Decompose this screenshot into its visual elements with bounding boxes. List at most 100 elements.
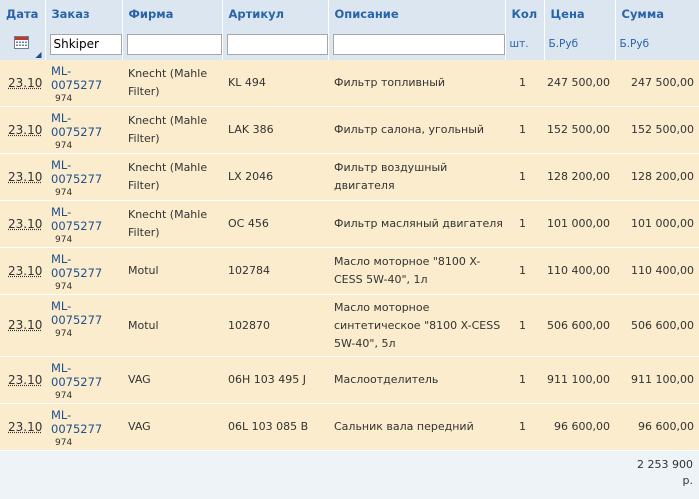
col-header-price[interactable]: Цена — [544, 0, 615, 28]
total-spacer — [0, 451, 615, 499]
firm-cell: Knecht (Mahle Filter) — [122, 107, 222, 154]
price-cell: 128 200,00 — [544, 154, 615, 201]
sum-cell: 247 500,00 — [615, 60, 699, 107]
date-link[interactable]: 23.10 — [6, 123, 42, 137]
date-filter-cell: ◢ — [0, 28, 45, 60]
sum-cell: 110 400,00 — [615, 248, 699, 295]
order-link[interactable]: ML-0075277 — [51, 408, 122, 436]
article-cell: LAK 386 — [222, 107, 328, 154]
date-link[interactable]: 23.10 — [6, 170, 42, 184]
order-link[interactable]: ML-0075277 — [51, 111, 122, 139]
firm-cell: VAG — [122, 357, 222, 404]
table-row[interactable]: 23.10ML-0075277974Motul102870Масло мотор… — [0, 295, 699, 357]
qty-cell: 1 — [505, 295, 544, 357]
date-link[interactable]: 23.10 — [6, 264, 42, 278]
date-cell: 23.10 — [0, 248, 45, 295]
qty-cell: 1 — [505, 201, 544, 248]
price-cell: 247 500,00 — [544, 60, 615, 107]
order-link[interactable]: ML-0075277 — [51, 252, 122, 280]
qty-cell: 1 — [505, 60, 544, 107]
qty-cell: 1 — [505, 404, 544, 451]
price-cell: 110 400,00 — [544, 248, 615, 295]
description-cell: Фильтр топливный — [328, 60, 505, 107]
sort-arrow-icon[interactable]: ◢ — [35, 50, 41, 59]
order-link[interactable]: ML-0075277 — [51, 158, 122, 186]
firm-filter-input[interactable] — [127, 34, 222, 55]
article-cell: 102870 — [222, 295, 328, 357]
table-row[interactable]: 23.10 ML-0075277974Knecht (Mahle Filter)L… — [0, 107, 699, 154]
filter-row: ◢ шт. Б.Руб Б.Руб — [0, 28, 699, 60]
order-filter-cell — [45, 28, 122, 60]
order-cell: ML-0075277974 — [45, 60, 122, 107]
description-cell: Фильтр масляный двигателя — [328, 201, 505, 248]
order-link[interactable]: ML-0075277 — [51, 299, 122, 327]
date-cell: 23.10 — [0, 60, 45, 107]
date-link[interactable]: 23.10 — [6, 76, 42, 90]
order-cell: ML-0075277974 — [45, 404, 122, 451]
col-header-qty[interactable]: Кол — [505, 0, 544, 28]
firm-cell: Knecht (Mahle Filter) — [122, 154, 222, 201]
price-cell: 101 000,00 — [544, 201, 615, 248]
article-filter-cell — [222, 28, 328, 60]
description-cell: Сальник вала передний — [328, 404, 505, 451]
total-currency: р. — [615, 473, 693, 489]
qty-cell: 1 — [505, 248, 544, 295]
article-cell: 06H 103 495 J — [222, 357, 328, 404]
header-row: Дата Заказ Фирма Артикул Описание Кол Це… — [0, 0, 699, 28]
table-row[interactable]: 23.10 ML-0075277974VAG06H 103 495 JМаслоо… — [0, 357, 699, 404]
description-cell: Маслоотделитель — [328, 357, 505, 404]
col-header-sum[interactable]: Сумма — [615, 0, 699, 28]
price-cell: 96 600,00 — [544, 404, 615, 451]
article-cell: KL 494 — [222, 60, 328, 107]
article-cell: OC 456 — [222, 201, 328, 248]
col-header-description[interactable]: Описание — [328, 0, 505, 28]
description-cell: Масло моторное синтетическое "8100 X-CES… — [328, 295, 505, 357]
order-sub-number: 974 — [51, 389, 122, 403]
date-link[interactable]: 23.10 — [6, 217, 42, 231]
col-header-date[interactable]: Дата — [0, 0, 45, 28]
description-filter-cell — [328, 28, 505, 60]
firm-filter-cell — [122, 28, 222, 60]
date-link[interactable]: 23.10 — [6, 373, 42, 387]
table-row[interactable]: 23.10ML-0075277974Knecht (Mahle Filter)L… — [0, 154, 699, 201]
qty-cell: 1 — [505, 357, 544, 404]
description-filter-input[interactable] — [333, 34, 505, 55]
order-link[interactable]: ML-0075277 — [51, 205, 122, 233]
qty-cell: 1 — [505, 107, 544, 154]
firm-cell: Knecht (Mahle Filter) — [122, 60, 222, 107]
date-cell: 23.10 — [0, 201, 45, 248]
table-body: 23.10ML-0075277974Knecht (Mahle Filter)K… — [0, 60, 699, 451]
order-filter-input[interactable] — [50, 34, 122, 55]
order-link[interactable]: ML-0075277 — [51, 361, 122, 389]
total-value: 2 253 900 — [615, 457, 693, 473]
order-sub-number: 974 — [51, 92, 122, 106]
description-cell: Фильтр воздушный двигателя — [328, 154, 505, 201]
price-cell: 911 100,00 — [544, 357, 615, 404]
date-link[interactable]: 23.10 — [6, 318, 42, 332]
table-row[interactable]: 23.10ML-0075277974Knecht (Mahle Filter)O… — [0, 201, 699, 248]
firm-cell: VAG — [122, 404, 222, 451]
date-cell: 23.10 — [0, 154, 45, 201]
sum-cell: 911 100,00 — [615, 357, 699, 404]
sum-unit-label: Б.Руб — [615, 28, 699, 60]
total-row: 2 253 900 р. — [0, 451, 699, 499]
table-row[interactable]: 23.10ML-0075277974Knecht (Mahle Filter)K… — [0, 60, 699, 107]
description-cell: Фильтр салона, угольный — [328, 107, 505, 154]
date-cell: 23.10 — [0, 107, 45, 154]
table-row[interactable]: 23.10ML-0075277974Motul102784Масло мотор… — [0, 248, 699, 295]
order-link[interactable]: ML-0075277 — [51, 64, 122, 92]
table-row[interactable]: 23.10ML-0075277974VAG06L 103 085 BСальни… — [0, 404, 699, 451]
order-sub-number: 974 — [51, 139, 122, 153]
sum-cell: 152 500,00 — [615, 107, 699, 154]
col-header-order[interactable]: Заказ — [45, 0, 122, 28]
col-header-firm[interactable]: Фирма — [122, 0, 222, 28]
calendar-icon[interactable] — [14, 35, 29, 49]
qty-unit-label: шт. — [505, 28, 544, 60]
article-filter-input[interactable] — [227, 34, 328, 55]
date-link[interactable]: 23.10 — [6, 420, 42, 434]
col-header-article[interactable]: Артикул — [222, 0, 328, 28]
price-cell: 506 600,00 — [544, 295, 615, 357]
total-amount: 2 253 900 р. — [615, 451, 699, 499]
sum-cell: 128 200,00 — [615, 154, 699, 201]
description-cell: Масло моторное "8100 X-CESS 5W-40", 1л — [328, 248, 505, 295]
